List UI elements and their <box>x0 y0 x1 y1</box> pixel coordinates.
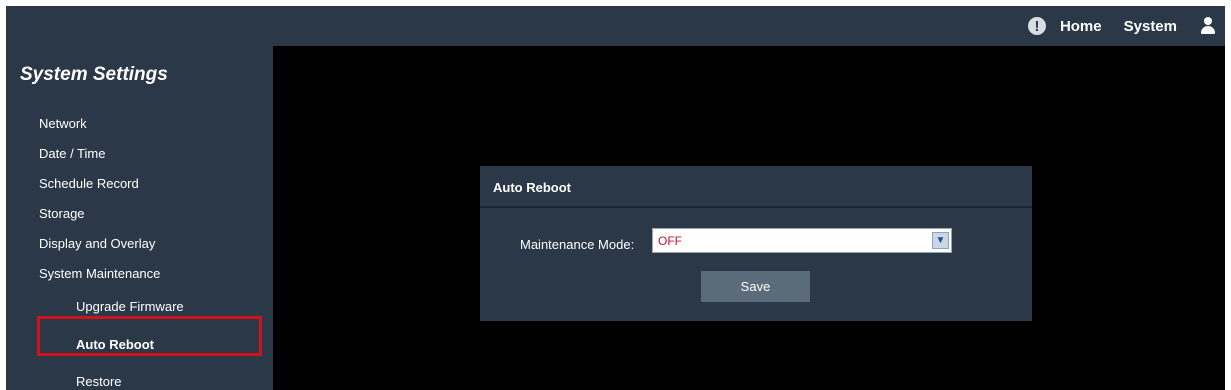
exclamation-circle-icon[interactable]: ! <box>1027 17 1046 35</box>
sidebar-item-storage[interactable]: Storage <box>39 206 85 221</box>
maintenance-mode-label: Maintenance Mode: <box>520 237 635 252</box>
panel-title: Auto Reboot <box>493 180 571 195</box>
maintenance-mode-value: OFF <box>658 234 682 248</box>
sidebar-item-schedule-record[interactable]: Schedule Record <box>39 176 139 191</box>
user-icon[interactable] <box>1199 16 1217 36</box>
maintenance-mode-select[interactable]: OFF ▼ <box>652 228 952 253</box>
sidebar: System Settings Network Date / Time Sche… <box>6 46 273 390</box>
top-bar: ! Home System <box>6 6 1225 46</box>
top-nav: ! Home System <box>1027 6 1225 46</box>
sidebar-subitem-upgrade-firmware[interactable]: Upgrade Firmware <box>76 299 184 314</box>
auto-reboot-panel: Auto Reboot Maintenance Mode: OFF ▼ Save <box>480 166 1032 321</box>
save-button[interactable]: Save <box>701 271 810 302</box>
sidebar-item-display-overlay[interactable]: Display and Overlay <box>39 236 155 251</box>
app-window: ! Home System System Settings Network Da… <box>6 6 1225 390</box>
panel-header: Auto Reboot <box>480 166 1032 208</box>
sidebar-subitem-auto-reboot[interactable]: Auto Reboot <box>76 337 154 352</box>
chevron-down-icon[interactable]: ▼ <box>932 232 949 249</box>
sidebar-item-date-time[interactable]: Date / Time <box>39 146 105 161</box>
sidebar-item-system-maintenance[interactable]: System Maintenance <box>39 266 160 281</box>
system-link[interactable]: System <box>1124 18 1177 35</box>
sidebar-item-network[interactable]: Network <box>39 116 87 131</box>
sidebar-title: System Settings <box>20 64 168 85</box>
home-link[interactable]: Home <box>1060 18 1102 35</box>
sidebar-subitem-restore[interactable]: Restore <box>76 374 122 389</box>
